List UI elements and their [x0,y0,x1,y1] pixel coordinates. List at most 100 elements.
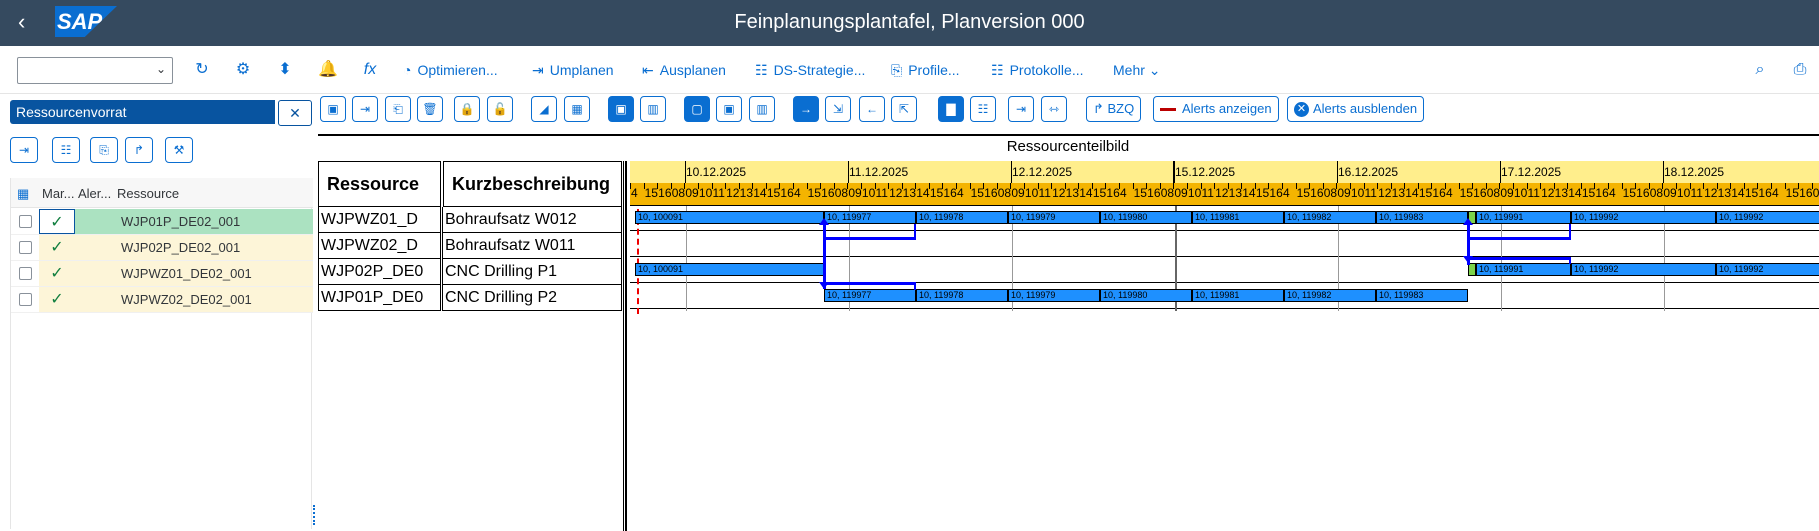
columns-icon[interactable]: ▥ [749,96,775,122]
expand-icon[interactable]: ▥ [640,96,666,122]
insert-icon[interactable]: ⇥ [10,137,38,163]
calendar-icon[interactable]: ▦ [564,96,590,122]
bzq-button[interactable]: ↱ BZQ [1086,96,1142,122]
delete-icon[interactable]: 🗑 [417,96,443,122]
board-splitter[interactable] [623,161,627,531]
table-row[interactable]: ✓ WJP01P_DE02_001 [11,209,313,235]
network-icon[interactable]: ⬍ [275,58,295,82]
profile-label: Profile... [908,62,960,78]
list-indent-icon[interactable]: ⇥ [352,96,378,122]
order-bar[interactable]: 10, 119983 [1376,289,1468,302]
refresh-icon[interactable]: ↻ [192,58,212,82]
search-icon[interactable]: ⌕ [1750,58,1770,82]
order-bar[interactable]: 10, 119982 [1284,289,1376,302]
tree-icon[interactable]: ☷ [970,96,996,122]
order-bar[interactable]: 10, 119992 [1571,263,1716,276]
bell-icon[interactable]: 🔔 [318,58,338,82]
hour-label: 09 [1500,186,1514,200]
print-icon[interactable]: ⎙ [1790,58,1810,82]
variant-dropdown[interactable]: ⌄ [17,57,173,84]
row-checkbox[interactable] [19,241,32,254]
alerts-show-button[interactable]: Alerts anzeigen [1153,96,1279,122]
chart-icon[interactable]: ◢ [531,96,557,122]
order-bar[interactable]: 10, 119979 [1008,211,1100,224]
order-bar[interactable]: 10, 119992 [1716,211,1819,224]
order-bar[interactable]: 10, 119980 [1100,211,1192,224]
col-kurzbeschreibung-header[interactable]: Kurzbeschreibung [443,161,622,207]
hour-label: 4 [1446,186,1453,200]
order-bar[interactable]: 10, 119992 [1716,263,1819,276]
order-bar[interactable]: 10, 100091 [635,263,824,276]
profile-button[interactable]: ⎘ Profile... [891,58,960,82]
order-bar[interactable]: 10, 119992 [1571,211,1716,224]
col-ressource[interactable]: Ressource [117,186,179,201]
hour-tick [1662,183,1664,189]
hour-tick [1485,183,1487,189]
order-bar[interactable]: 10, 119991 [1476,263,1571,276]
mehr-button[interactable]: Mehr ⌄ [1113,58,1161,82]
col-ressource-header[interactable]: Ressource [318,161,441,207]
close-icon[interactable]: ✕ [278,100,312,126]
shift-left-icon[interactable]: ⇱ [891,96,917,122]
order-bar[interactable]: 10, 119978 [916,211,1008,224]
order-bar[interactable]: 10, 119978 [916,289,1008,302]
hour-label: 11 [712,186,725,200]
collapse-icon[interactable]: ▣ [608,96,634,122]
hour-tick [1499,183,1501,189]
row-checkbox[interactable] [19,267,32,280]
order-bar[interactable]: 10, 119983 [1376,211,1468,224]
export-icon[interactable]: ↱ [125,137,153,163]
fit-width-icon[interactable]: ⇿ [1041,96,1067,122]
histogram-icon[interactable]: ▇ [938,96,964,122]
gantt-chart[interactable]: 10.12.2025 11.12.2025 12.12.2025 15.12.2… [630,161,1819,531]
umplanen-button[interactable]: ⇥ Umplanen [532,58,614,82]
col-marker[interactable]: Mar... [42,186,75,201]
order-bar[interactable]: 10, 119982 [1284,211,1376,224]
order-bar[interactable]: 10, 119981 [1192,211,1284,224]
col-alert[interactable]: Aler... [78,186,111,201]
function-icon[interactable]: fx [360,58,380,82]
tools-icon[interactable]: ⚒ [165,137,193,163]
optimieren-button[interactable]: ◔ Optimieren... [403,58,498,82]
hour-label: 10 [1024,186,1039,200]
align-right-icon[interactable]: ⇥ [1008,96,1034,122]
hierarchy-icon[interactable]: ☷ [52,137,80,163]
splitter-handle[interactable] [313,505,315,525]
hour-tick [1621,183,1623,189]
row-checkbox[interactable] [19,293,32,306]
ausplanen-button[interactable]: ⇤ Ausplanen [642,58,726,82]
document-icon[interactable]: ⎗ [385,96,411,122]
unlock-icon[interactable]: 🔓 [487,96,513,122]
order-bar[interactable]: 10, 119991 [1476,211,1571,224]
order-bar[interactable]: 10, 119981 [1192,289,1284,302]
arrow-right-icon[interactable]: → [793,96,819,122]
cube-icon[interactable]: ▣ [320,96,346,122]
compress-icon[interactable]: ▣ [716,96,742,122]
hour-label: 11 [875,186,888,200]
settings-icon[interactable]: ⚙ [233,58,253,82]
ds-strategie-button[interactable]: ☷ DS-Strategie... [755,58,865,82]
shift-right-icon[interactable]: ⇲ [825,96,851,122]
layout-icon[interactable]: ▦ [17,186,29,202]
order-bar[interactable]: 10, 119977 [824,211,916,224]
dependency-link [1569,257,1571,264]
order-bar[interactable]: 10, 100091 [635,211,824,224]
order-bar[interactable]: 10, 119977 [824,289,916,302]
hour-tick [1241,183,1243,189]
arrow-left-icon[interactable]: ← [859,96,885,122]
table-row[interactable]: ✓ WJPWZ02_DE02_001 [11,287,313,313]
table-header: ▦ Mar... Aler... Ressource [11,178,313,208]
table-row[interactable]: ✓ WJPWZ01_DE02_001 [11,261,313,287]
hour-tick [1132,183,1134,189]
protokolle-button[interactable]: ☷ Protokolle... [991,58,1084,82]
hour-label: 16 [1473,186,1487,200]
table-row[interactable]: ✓ WJP02P_DE02_001 [11,235,313,261]
order-bar[interactable]: 10, 119980 [1100,289,1192,302]
row-checkbox[interactable] [19,215,32,228]
copy-icon[interactable]: ⎘ [90,137,118,163]
lock-icon[interactable]: 🔒 [454,96,480,122]
fit-icon[interactable]: ▢ [684,96,710,122]
order-bar[interactable]: 10, 119979 [1008,289,1100,302]
hour-tick [765,183,767,189]
alerts-hide-button[interactable]: ✕ Alerts ausblenden [1287,96,1425,122]
